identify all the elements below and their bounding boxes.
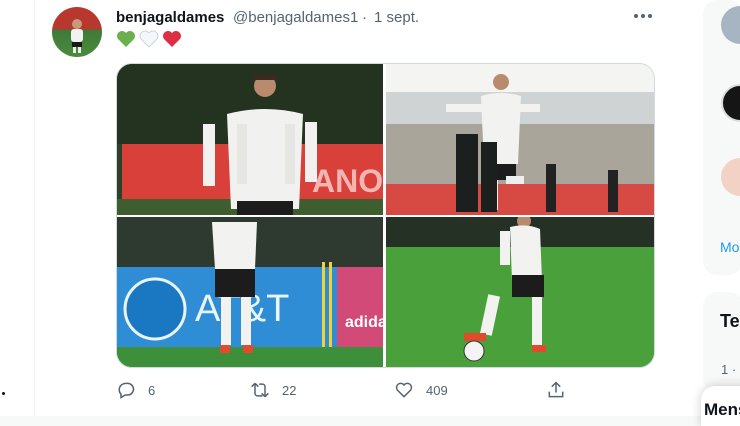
photo-4[interactable]: [386, 217, 654, 367]
like-button[interactable]: 409: [394, 378, 448, 402]
trends-title: Te: [720, 311, 740, 331]
reply-count: 6: [148, 382, 156, 398]
retweet-count: 22: [282, 382, 297, 398]
photo-3[interactable]: AT&T adida: [117, 217, 383, 367]
messages-label: Mens: [704, 400, 740, 419]
retweet-button[interactable]: 22: [250, 378, 296, 402]
tweet-actions: 6 22 409: [0, 378, 740, 402]
trend-rank: 1 ·: [721, 362, 737, 377]
handle[interactable]: @benjagaldames1: [233, 9, 358, 26]
heart-icon: [395, 382, 413, 398]
retweet-icon: [251, 382, 269, 398]
media-grid: ANO adida: [116, 63, 655, 368]
share-icon: [548, 381, 564, 398]
separator-dot: ·: [362, 9, 367, 26]
brand-text: adida: [345, 314, 383, 331]
show-more-link[interactable]: Mo: [720, 239, 739, 255]
trends-card: [703, 292, 740, 392]
reply-icon: [118, 382, 135, 399]
reply-button[interactable]: 6: [116, 378, 155, 402]
white-heart-icon: [139, 30, 159, 48]
messages-drawer[interactable]: Mens: [701, 386, 740, 426]
banner-text: ANO: [312, 163, 383, 199]
photo-2[interactable]: [386, 64, 654, 215]
avatar[interactable]: [52, 7, 102, 57]
green-heart-icon: [117, 31, 135, 47]
emoji-row: [116, 30, 182, 48]
display-name[interactable]: benjagaldames: [116, 9, 224, 26]
more-icon[interactable]: [628, 6, 658, 26]
photo-1[interactable]: ANO: [117, 64, 383, 215]
timestamp[interactable]: 1 sept.: [374, 9, 419, 26]
red-heart-icon: [163, 31, 181, 47]
right-sidebar: Mo Te 1 · Mens: [671, 0, 740, 426]
share-button[interactable]: [546, 378, 566, 402]
like-count: 409: [426, 382, 448, 398]
left-column: [0, 0, 34, 416]
